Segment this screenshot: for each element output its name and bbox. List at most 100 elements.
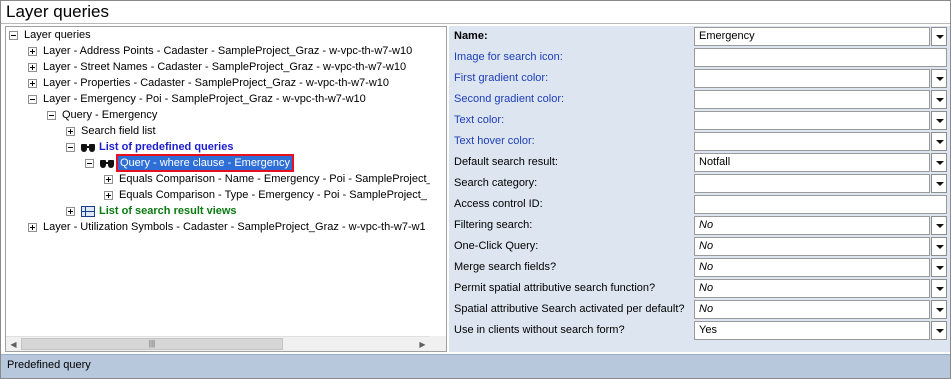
- chevron-down-icon[interactable]: [931, 111, 947, 130]
- chevron-down-icon[interactable]: [931, 27, 947, 46]
- chevron-down-icon[interactable]: [931, 321, 947, 340]
- tree-item-emergency[interactable]: Layer - Emergency - Poi - SampleProject_…: [28, 91, 366, 107]
- access-control-id-field[interactable]: [694, 195, 947, 214]
- chevron-down-icon[interactable]: [931, 90, 947, 109]
- expand-icon[interactable]: [28, 62, 37, 72]
- chevron-down-icon[interactable]: [931, 300, 947, 319]
- default-search-result-select[interactable]: Notfall: [694, 153, 930, 172]
- tree-item-label: List of search result views: [99, 205, 237, 217]
- expand-icon[interactable]: [104, 190, 113, 200]
- tree-item-label: Layer - Properties - Cadaster - SamplePr…: [43, 77, 390, 89]
- tree-viewport: Layer queries Layer - Address Points - C…: [6, 27, 430, 336]
- permit-spatial-search-select[interactable]: No: [694, 279, 930, 298]
- prop-label: Filtering search:: [454, 219, 533, 231]
- tree-item-label: Equals Comparison - Name - Emergency - P…: [119, 173, 430, 185]
- prop-row-first-gradient: First gradient color:: [449, 68, 950, 89]
- prop-row-spatial-search-default: Spatial attributive Search activated per…: [449, 299, 950, 320]
- scroll-left-icon[interactable]: ◀: [6, 337, 21, 351]
- prop-label: Permit spatial attributive search functi…: [454, 282, 656, 294]
- prop-row-permit-spatial-search: Permit spatial attributive search functi…: [449, 278, 950, 299]
- tree-item-label: Layer - Emergency - Poi - SampleProject_…: [43, 93, 366, 105]
- tree-item-name-comparison[interactable]: Equals Comparison - Name - Emergency - P…: [104, 171, 430, 187]
- expand-icon[interactable]: [104, 174, 113, 184]
- collapse-icon[interactable]: [47, 110, 56, 120]
- collapse-icon[interactable]: [66, 142, 75, 152]
- prop-label: Search category:: [454, 177, 538, 189]
- tree-item-search-field-list[interactable]: Search field list: [66, 123, 156, 139]
- scroll-right-icon[interactable]: ▶: [415, 337, 430, 351]
- tree-item-label: Search field list: [81, 125, 156, 137]
- prop-row-name: Name: Emergency: [449, 26, 950, 47]
- prop-row-text-hover-color: Text hover color:: [449, 131, 950, 152]
- binoculars-icon: [81, 141, 95, 153]
- tree-item-query-emergency[interactable]: Query - Emergency: [47, 107, 157, 123]
- tree-item-label: Layer - Utilization Symbols - Cadaster -…: [43, 221, 426, 233]
- prop-row-search-icon-image: Image for search icon:: [449, 47, 950, 68]
- chevron-down-icon[interactable]: [931, 279, 947, 298]
- layer-query-tree[interactable]: Layer queries Layer - Address Points - C…: [5, 26, 447, 352]
- tree-item-address-points[interactable]: Layer - Address Points - Cadaster - Samp…: [28, 43, 412, 59]
- search-category-select[interactable]: [694, 174, 930, 193]
- prop-label[interactable]: Text hover color:: [454, 135, 535, 147]
- window-title: Layer queries: [6, 2, 110, 21]
- chevron-down-icon[interactable]: [931, 216, 947, 235]
- chevron-down-icon[interactable]: [931, 174, 947, 193]
- prop-row-second-gradient: Second gradient color:: [449, 89, 950, 110]
- text-color-field[interactable]: [694, 111, 930, 130]
- spatial-search-default-select[interactable]: No: [694, 300, 930, 319]
- tree-item-label: Equals Comparison - Type - Emergency - P…: [119, 189, 427, 201]
- tree-root[interactable]: Layer queries: [9, 27, 91, 43]
- expand-icon[interactable]: [66, 126, 75, 136]
- chevron-down-icon[interactable]: [931, 132, 947, 151]
- chevron-down-icon[interactable]: [931, 153, 947, 172]
- collapse-icon[interactable]: [28, 94, 37, 104]
- prop-row-text-color: Text color:: [449, 110, 950, 131]
- prop-row-merge-search-fields: Merge search fields? No: [449, 257, 950, 278]
- tree-root-label: Layer queries: [24, 29, 91, 41]
- chevron-down-icon[interactable]: [931, 237, 947, 256]
- filtering-search-select[interactable]: No: [694, 216, 930, 235]
- scrollbar-thumb[interactable]: |||: [21, 338, 283, 350]
- selected-tree-item-label[interactable]: Query - where clause - Emergency: [116, 154, 294, 172]
- prop-label[interactable]: First gradient color:: [454, 72, 548, 84]
- properties-panel: Name: Emergency Image for search icon: F…: [449, 26, 950, 352]
- tree-item-predefined-queries[interactable]: List of predefined queries: [66, 139, 233, 155]
- layer-queries-window: Layer queries Layer queries Layer - Addr…: [0, 0, 951, 379]
- clients-without-search-form-select[interactable]: Yes: [694, 321, 930, 340]
- prop-row-access-control-id: Access control ID:: [449, 194, 950, 215]
- name-field[interactable]: Emergency: [694, 27, 930, 46]
- tree-item-properties[interactable]: Layer - Properties - Cadaster - SamplePr…: [28, 75, 389, 91]
- tree-item-label: Layer - Street Names - Cadaster - Sample…: [43, 61, 407, 73]
- tree-item-label: Layer - Address Points - Cadaster - Samp…: [43, 45, 413, 57]
- tree-item-street-names[interactable]: Layer - Street Names - Cadaster - Sample…: [28, 59, 406, 75]
- vertical-scrollbar[interactable]: [430, 27, 446, 336]
- first-gradient-color-field[interactable]: [694, 69, 930, 88]
- chevron-down-icon[interactable]: [931, 69, 947, 88]
- prop-label: Access control ID:: [454, 198, 543, 210]
- tree-item-where-clause[interactable]: Query - where clause - Emergency: [85, 154, 294, 172]
- prop-label: Spatial attributive Search activated per…: [454, 303, 685, 315]
- title-divider: [1, 23, 950, 24]
- prop-row-search-category: Search category:: [449, 173, 950, 194]
- expand-icon[interactable]: [28, 78, 37, 88]
- chevron-down-icon[interactable]: [931, 258, 947, 277]
- text-hover-color-field[interactable]: [694, 132, 930, 151]
- collapse-icon[interactable]: [9, 30, 18, 40]
- expand-icon[interactable]: [28, 46, 37, 56]
- search-icon-image-field[interactable]: [694, 48, 947, 67]
- prop-row-filtering-search: Filtering search: No: [449, 215, 950, 236]
- merge-search-fields-select[interactable]: No: [694, 258, 930, 277]
- tree-item-type-comparison[interactable]: Equals Comparison - Type - Emergency - P…: [104, 187, 427, 203]
- prop-label[interactable]: Text color:: [454, 114, 504, 126]
- horizontal-scrollbar[interactable]: ◀ ||| ▶: [6, 336, 430, 351]
- tree-item-search-result-views[interactable]: List of search result views: [66, 203, 237, 219]
- expand-icon[interactable]: [66, 206, 75, 216]
- prop-label[interactable]: Image for search icon:: [454, 51, 563, 63]
- collapse-icon[interactable]: [85, 158, 94, 168]
- second-gradient-color-field[interactable]: [694, 90, 930, 109]
- tree-item-label: Query - Emergency: [62, 109, 158, 121]
- expand-icon[interactable]: [28, 222, 37, 232]
- prop-label[interactable]: Second gradient color:: [454, 93, 564, 105]
- tree-item-utilization-symbols[interactable]: Layer - Utilization Symbols - Cadaster -…: [28, 219, 426, 235]
- one-click-query-select[interactable]: No: [694, 237, 930, 256]
